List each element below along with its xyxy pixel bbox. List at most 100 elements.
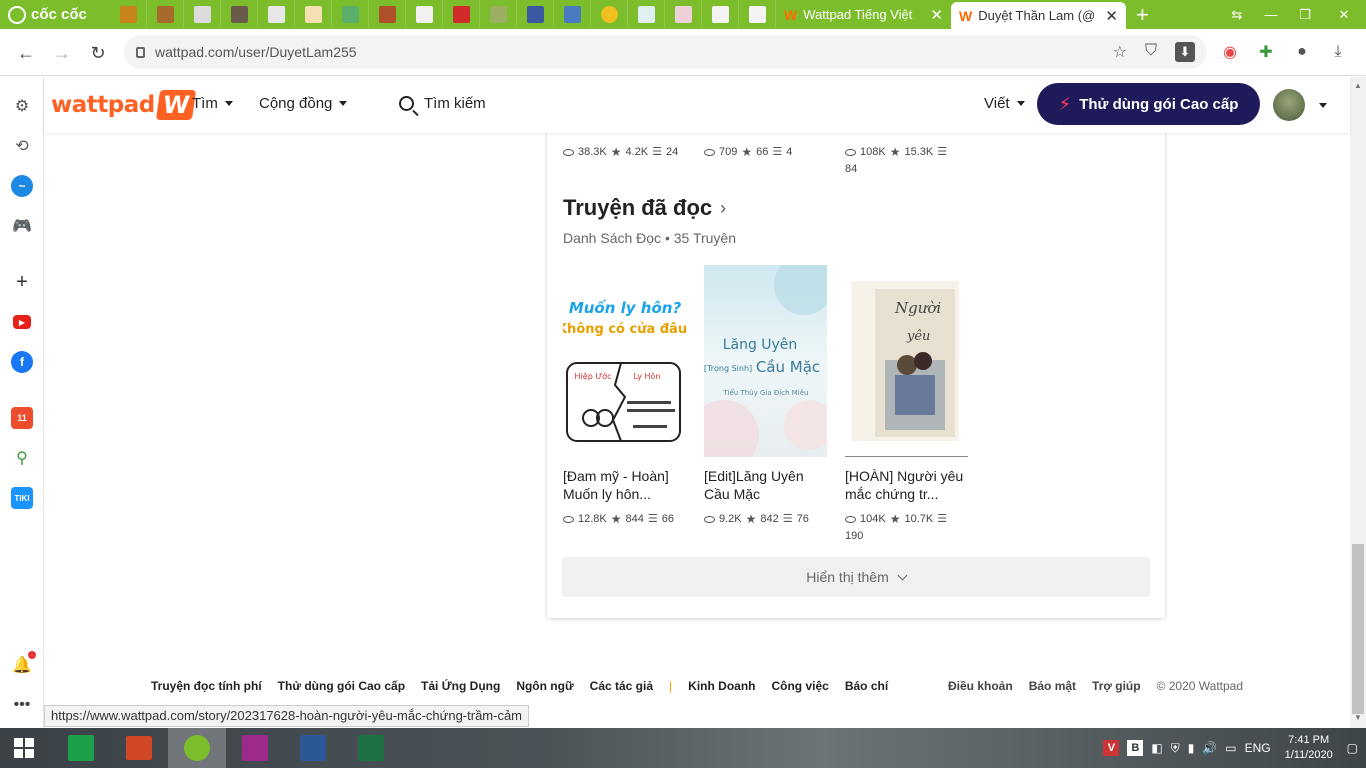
avatar[interactable] (1273, 89, 1305, 121)
puzzle-extension-icon[interactable]: ✚ (1254, 40, 1278, 64)
taskbar-store-app[interactable] (52, 728, 110, 768)
footer-link-writers[interactable]: Các tác giả (590, 679, 653, 693)
location-pin-icon[interactable]: ⚲ (10, 446, 34, 470)
scroll-down-icon[interactable]: ▼ (1354, 713, 1362, 722)
pinned-tab[interactable] (147, 0, 184, 29)
pinned-tab[interactable] (369, 0, 406, 29)
pinned-tab[interactable] (258, 0, 295, 29)
footer-link-get-app[interactable]: Tải Ứng Dụng (421, 679, 500, 693)
footer-link-help[interactable]: Trợ giúp (1092, 679, 1141, 693)
download-page-icon[interactable]: ⬇ (1175, 42, 1195, 62)
extension-icon[interactable]: ◉ (1218, 40, 1242, 64)
pinned-tab[interactable] (480, 0, 517, 29)
tray-v-icon[interactable]: V (1103, 740, 1120, 756)
footer-link-premium[interactable]: Thử dùng gói Cao cấp (278, 679, 405, 693)
tab-duyet-than-lam[interactable]: W Duyệt Thần Lam (@ ✕ (951, 2, 1126, 29)
url-text[interactable]: wattpad.com/user/DuyetLam255 (155, 44, 357, 60)
profile-icon[interactable]: ● (1290, 40, 1314, 64)
close-tab-icon[interactable]: ✕ (930, 6, 943, 24)
new-tab-button[interactable]: + (1136, 2, 1149, 28)
book-cover[interactable]: Người yêu (845, 265, 968, 457)
taskbar-coccoc-app[interactable] (168, 728, 226, 768)
start-button[interactable] (0, 728, 48, 768)
footer-link-paid-stories[interactable]: Truyện đọc tính phí (151, 679, 262, 693)
taskbar-excel-app[interactable] (342, 728, 400, 768)
footer-link-press[interactable]: Báo chí (845, 679, 888, 693)
input-language[interactable]: ENG (1245, 741, 1271, 755)
clock[interactable]: 7:41 PM 1/11/2020 (1279, 733, 1339, 763)
pinned-tab[interactable] (332, 0, 369, 29)
scrollbar-thumb[interactable] (1352, 544, 1364, 714)
page-scrollbar[interactable]: ▲ ▼ (1350, 77, 1366, 728)
book-cover[interactable]: Lăng Uyên [Trọng Sinh] Cầu Mặc Tiểu Thúy… (704, 265, 827, 457)
footer-link-jobs[interactable]: Công việc (771, 679, 828, 693)
search-box[interactable]: Tìm kiếm (399, 95, 486, 112)
action-center-icon[interactable]: ▢ (1347, 741, 1358, 755)
add-sidebar-item-icon[interactable]: + (10, 270, 34, 294)
network-signal-icon[interactable]: ▮ (1188, 741, 1195, 755)
shield-icon[interactable]: ⛉ (1145, 42, 1157, 62)
book-cover[interactable]: Muốn ly hôn? Không có cửa đâu! Hiệp Ước … (563, 265, 686, 457)
pinned-tab[interactable] (221, 0, 258, 29)
url-bar[interactable]: wattpad.com/user/DuyetLam255 ☆ ⛉ ⬇ (124, 35, 1207, 69)
pinned-tab[interactable] (591, 0, 628, 29)
maximize-button[interactable]: ❐ (1288, 0, 1322, 29)
back-button[interactable]: ← (8, 35, 44, 71)
shopee-icon[interactable]: 11 (10, 406, 34, 430)
downloads-icon[interactable]: ⤓ (1326, 40, 1350, 64)
tray-app-icon[interactable]: ◧ (1151, 741, 1162, 755)
write-menu[interactable]: Viết (984, 95, 1025, 112)
try-premium-button[interactable]: ⚡ Thử dùng gói Cao cấp (1037, 83, 1260, 125)
settings-gear-icon[interactable]: ⚙ (10, 94, 34, 118)
tray-security-icon[interactable]: ⛨ (1171, 741, 1180, 756)
tiki-icon[interactable]: TIKI (10, 486, 34, 510)
pinned-tab[interactable] (406, 0, 443, 29)
pinned-tab[interactable] (702, 0, 739, 29)
bookmark-star-icon[interactable]: ☆ (1113, 42, 1127, 62)
notification-bell-icon[interactable]: 🔔 (10, 651, 36, 677)
close-tab-icon[interactable]: ✕ (1105, 7, 1118, 25)
tab-search-icon[interactable]: ⇆ (1220, 0, 1254, 29)
footer-link-terms[interactable]: Điều khoản (948, 679, 1013, 693)
youtube-icon[interactable]: ▶ (10, 310, 34, 334)
show-more-button[interactable]: Hiển thị thêm (562, 557, 1150, 597)
messenger-icon[interactable]: ~ (10, 174, 34, 198)
browse-menu[interactable]: Tìm (192, 95, 233, 112)
minimize-button[interactable]: — (1254, 0, 1288, 29)
taskbar-publisher-app[interactable] (226, 728, 284, 768)
pinned-tab[interactable] (517, 0, 554, 29)
book-title[interactable]: [Edit]Lăng Uyên Cầu Mặc (704, 467, 829, 503)
close-window-button[interactable]: ✕ (1322, 0, 1366, 29)
pinned-tab[interactable] (110, 0, 147, 29)
volume-icon[interactable]: 🔊 (1202, 741, 1217, 755)
community-menu[interactable]: Cộng đồng (259, 95, 348, 112)
more-options-icon[interactable]: ••• (10, 693, 34, 717)
battery-icon[interactable]: ▭ (1225, 741, 1236, 755)
pinned-tab[interactable] (184, 0, 221, 29)
footer-link-language[interactable]: Ngôn ngữ (516, 679, 573, 693)
coccoc-logo[interactable]: cốc cốc (0, 0, 110, 29)
pinned-tab[interactable] (628, 0, 665, 29)
pinned-tab[interactable] (665, 0, 702, 29)
forward-button[interactable]: → (44, 35, 80, 71)
gamepad-icon[interactable]: 🎮 (10, 214, 34, 238)
pinned-tab[interactable] (554, 0, 591, 29)
scroll-up-icon[interactable]: ▲ (1354, 81, 1362, 90)
wattpad-logo[interactable]: wattpad W (51, 90, 196, 120)
history-icon[interactable]: ⟲ (10, 134, 34, 158)
reload-button[interactable]: ↻ (80, 35, 116, 71)
pinned-tab[interactable] (739, 0, 776, 29)
taskbar-powerpoint-app[interactable] (110, 728, 168, 768)
pinned-tab[interactable] (443, 0, 480, 29)
book-title[interactable]: [HOÀN] Người yêu mắc chứng tr... (845, 467, 970, 503)
account-caret-icon[interactable] (1319, 103, 1327, 108)
footer-link-privacy[interactable]: Bảo mật (1029, 679, 1076, 693)
reading-list-title[interactable]: Truyện đã đọc › (563, 195, 726, 221)
footer-link-business[interactable]: Kinh Doanh (688, 679, 755, 693)
tray-b-icon[interactable]: B (1127, 740, 1144, 756)
pinned-tab[interactable] (295, 0, 332, 29)
book-title[interactable]: [Đam mỹ - Hoàn] Muốn ly hôn... (563, 467, 688, 503)
tab-wattpad-vietnam[interactable]: W Wattpad Tiếng Việt ✕ (776, 0, 951, 29)
facebook-icon[interactable]: f (10, 350, 34, 374)
taskbar-word-app[interactable] (284, 728, 342, 768)
